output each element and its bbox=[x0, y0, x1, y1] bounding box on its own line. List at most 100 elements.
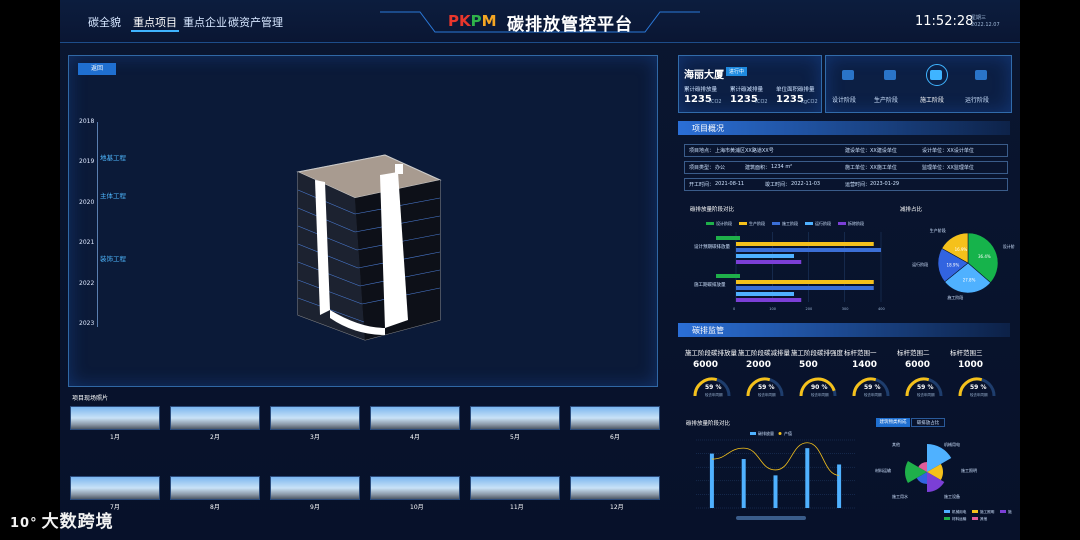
stat-value: 1235 bbox=[776, 94, 804, 105]
field-label: 开工时间： bbox=[689, 182, 715, 188]
kpi-name: 施工阶段碳减排量 bbox=[738, 349, 790, 357]
rose-legend-label: 施工照明 bbox=[980, 509, 995, 514]
bar-mark[interactable] bbox=[716, 274, 740, 278]
photo-month-label: 11月 bbox=[510, 504, 524, 511]
timeline-year: 2023 bbox=[79, 320, 95, 327]
phase-icon bbox=[842, 70, 854, 80]
site-photo[interactable] bbox=[570, 406, 660, 430]
timeline-stage-foundation[interactable]: 地基工程 bbox=[100, 152, 126, 162]
rose-legend-swatch bbox=[944, 517, 950, 520]
phase-active-ring bbox=[926, 64, 948, 86]
bar-legend-label: 拆除阶段 bbox=[848, 220, 864, 226]
site-photo[interactable] bbox=[170, 476, 260, 500]
bar-mark[interactable] bbox=[736, 242, 874, 246]
photo-month-label: 1月 bbox=[110, 434, 120, 441]
watermark-logo-icon: 10° bbox=[10, 516, 38, 531]
pie-category-label: 生产阶段 bbox=[930, 227, 946, 233]
tab-building-composition[interactable]: 建筑物类构成 bbox=[876, 418, 910, 427]
bar-mark[interactable] bbox=[736, 254, 794, 258]
overview-title: 项目概况 bbox=[692, 124, 724, 133]
nav-key-enterprises[interactable]: 重点企业 bbox=[183, 14, 227, 30]
combo-bar[interactable] bbox=[709, 453, 714, 508]
combo-title: 碳排放量阶段对比 bbox=[686, 421, 731, 427]
photo-month-label: 4月 bbox=[410, 434, 420, 441]
bar-tick-label: 100 bbox=[769, 307, 776, 311]
combo-legend-marker bbox=[778, 432, 782, 435]
gauge-subtitle: 较去年同期 bbox=[758, 393, 776, 397]
watermark: 10° 大数跨境 bbox=[10, 507, 114, 532]
site-photo[interactable] bbox=[570, 476, 660, 500]
timeline-year: 2018 bbox=[79, 118, 95, 125]
field-label: 设计单位： bbox=[922, 148, 948, 154]
timeline-stage-structure[interactable]: 主体工程 bbox=[100, 190, 126, 200]
building-3d-model[interactable] bbox=[290, 150, 450, 345]
rose-legend-swatch bbox=[1000, 510, 1006, 513]
timeline-stage-decoration[interactable]: 装饰工程 bbox=[100, 253, 126, 263]
nav-key-projects[interactable]: 重点项目 bbox=[131, 14, 179, 32]
site-photo[interactable] bbox=[270, 406, 360, 430]
rose-legend-label: 机械用电 bbox=[952, 509, 967, 514]
combo-bar[interactable] bbox=[837, 464, 842, 508]
combo-bar[interactable] bbox=[773, 475, 778, 508]
field-value: XX监理单位 bbox=[947, 165, 974, 171]
combo-scrollbar[interactable] bbox=[736, 516, 806, 520]
back-button[interactable]: 返回 bbox=[78, 63, 116, 75]
bar-mark[interactable] bbox=[736, 298, 802, 302]
field-label: 建设单位： bbox=[845, 148, 871, 154]
site-photo[interactable] bbox=[370, 476, 460, 500]
nav-overview[interactable]: 碳全貌 bbox=[88, 14, 121, 30]
field-value: XX建设单位 bbox=[870, 148, 897, 154]
phase-label[interactable]: 运行阶段 bbox=[965, 95, 989, 104]
reduction-pie-chart[interactable]: 36.4% 设计阶段 27.8% 施工阶段 18.9% 运行阶段 16.9% 生产阶段 bbox=[900, 215, 1015, 310]
watermark-text: 大数跨境 bbox=[41, 512, 114, 532]
site-photo[interactable] bbox=[270, 476, 360, 500]
combo-bar[interactable] bbox=[741, 459, 746, 508]
rose-label: 材料运输 bbox=[875, 467, 891, 473]
site-photo[interactable] bbox=[70, 476, 160, 500]
kpi-name: 标杆范围一 bbox=[844, 349, 877, 357]
tab-emission-share[interactable]: 碳排放占比 bbox=[911, 418, 945, 427]
kpi-name: 施工阶段碳排放量 bbox=[685, 349, 737, 357]
photo-month-label: 8月 bbox=[210, 504, 220, 511]
phase-label[interactable]: 施工阶段 bbox=[920, 95, 944, 104]
bar-mark[interactable] bbox=[736, 248, 881, 252]
bar-tick-label: 300 bbox=[842, 307, 849, 311]
field-value: 办公 bbox=[715, 165, 726, 171]
stat-value: 1235 bbox=[684, 94, 712, 105]
nav-carbon-assets[interactable]: 碳资产管理 bbox=[228, 14, 283, 30]
field-label: 施工单位： bbox=[845, 165, 871, 171]
site-photo[interactable] bbox=[170, 406, 260, 430]
phase-label[interactable]: 设计阶段 bbox=[832, 95, 856, 104]
photo-month-label: 5月 bbox=[510, 434, 520, 441]
bar-mark[interactable] bbox=[736, 286, 874, 290]
bar-mark[interactable] bbox=[716, 236, 740, 240]
composition-rose-chart[interactable]: 机械用电施工照明施工设备施工用水材料运输其他机械用电施工照明施工设备施工用水材料… bbox=[872, 430, 1012, 528]
stage-bar-chart[interactable]: 设计阶段 生产阶段 施工阶段 运行阶段 拆除阶段设计预期碳排放量施工期碳排放量 0 100 2… bbox=[686, 214, 886, 314]
bar-legend-label: 生产阶段 bbox=[749, 220, 765, 226]
site-photo[interactable] bbox=[470, 476, 560, 500]
pie-category-label: 设计阶段 bbox=[1003, 243, 1015, 249]
overview-row: 项目地点： 上海市黄浦区XX路道XX号 建设单位： XX建设单位 设计单位： X… bbox=[684, 144, 1008, 157]
phase-label[interactable]: 生产阶段 bbox=[874, 95, 898, 104]
page-title: 碳排放管控平台 bbox=[507, 15, 633, 35]
site-photo[interactable] bbox=[470, 406, 560, 430]
rose-label: 其他 bbox=[892, 441, 900, 447]
gauge-subtitle: 较去年同期 bbox=[705, 393, 723, 397]
bar-mark[interactable] bbox=[736, 260, 802, 264]
stat-unit: tCO2 bbox=[709, 99, 722, 105]
site-photo[interactable] bbox=[370, 406, 460, 430]
bar-mark[interactable] bbox=[736, 292, 794, 296]
gauge-percent: 90 % bbox=[811, 384, 828, 391]
gauge-percent: 59 % bbox=[970, 384, 987, 391]
site-photo[interactable] bbox=[70, 406, 160, 430]
stat-value: 1235 bbox=[730, 94, 758, 105]
bar-mark[interactable] bbox=[736, 280, 874, 284]
combo-bar[interactable] bbox=[805, 448, 810, 508]
stage-combo-chart[interactable]: 碳排放量 产值 bbox=[680, 428, 865, 524]
field-label: 监理单位： bbox=[922, 165, 948, 171]
timeline-axis bbox=[97, 122, 98, 327]
rose-legend-label: 施工设备 bbox=[1008, 509, 1012, 514]
top-bar: 碳全貌 重点项目 重点企业 碳资产管理 PKPM 碳排放管控平台 11:52:2… bbox=[60, 0, 1020, 43]
combo-legend-swatch bbox=[750, 432, 756, 435]
pie-value-label: 27.8% bbox=[963, 277, 976, 282]
